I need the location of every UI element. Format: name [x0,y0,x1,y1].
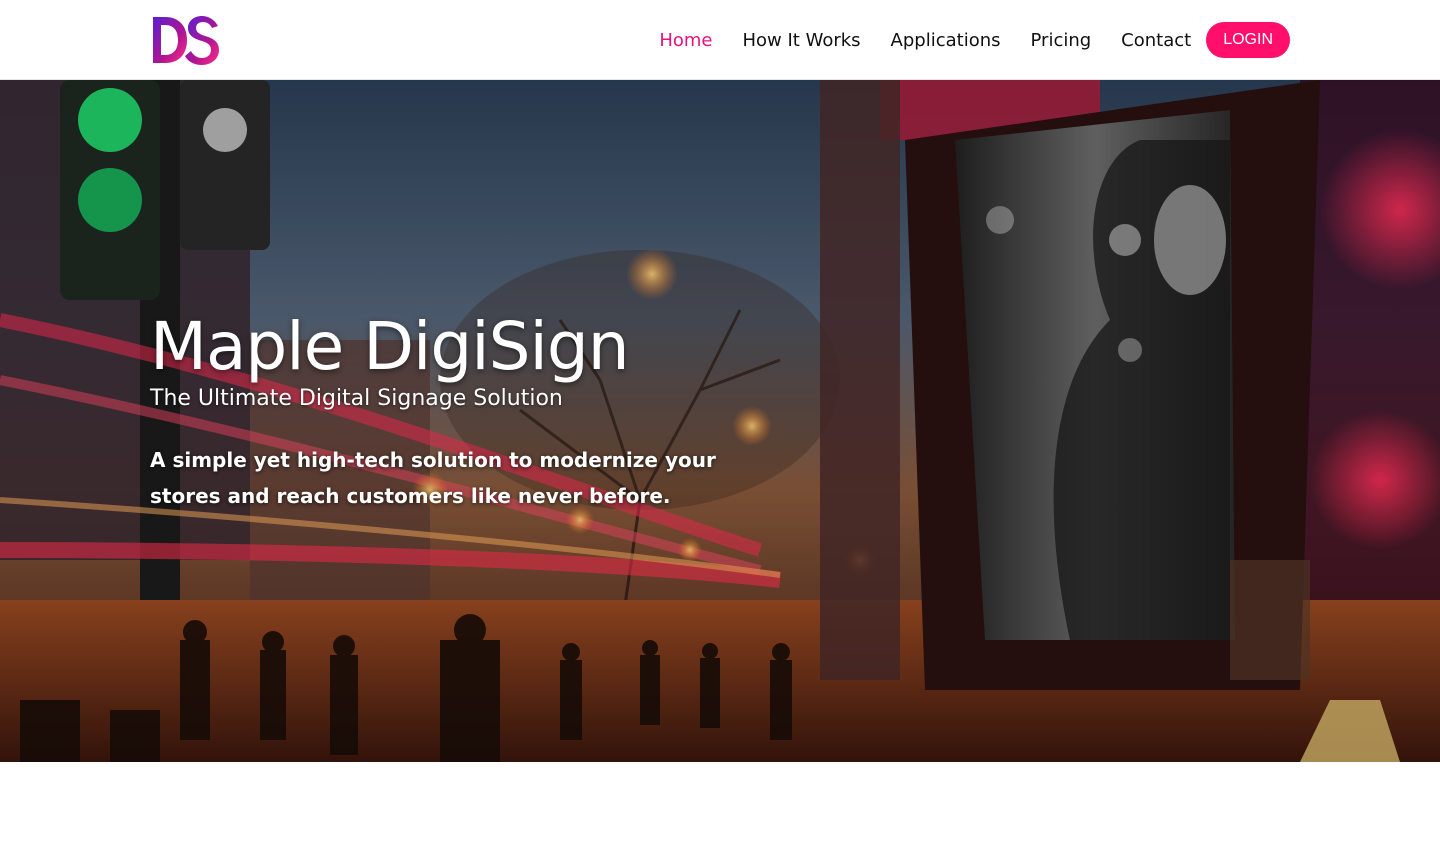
hero-section: Maple DigiSign The Ultimate Digital Sign… [0,80,1440,762]
nav-applications-link[interactable]: Applications [891,30,1001,51]
ds-logo-icon[interactable] [150,14,222,66]
nav-pricing-link[interactable]: Pricing [1031,30,1092,51]
site-header: Home How It Works Applications Pricing C… [0,0,1440,80]
login-button[interactable]: LOGIN [1206,22,1290,58]
hero-title: Maple DigiSign [150,308,630,385]
hero-description: A simple yet high-tech solution to moder… [150,448,716,508]
nav-home-link[interactable]: Home [659,30,712,51]
nav-how-it-works-link[interactable]: How It Works [743,30,861,51]
nav-contact-link[interactable]: Contact [1121,30,1191,51]
hero-subtitle: The Ultimate Digital Signage Solution [150,386,563,411]
main-nav: Home How It Works Applications Pricing C… [629,22,1290,58]
hero-background-image [0,80,1440,762]
